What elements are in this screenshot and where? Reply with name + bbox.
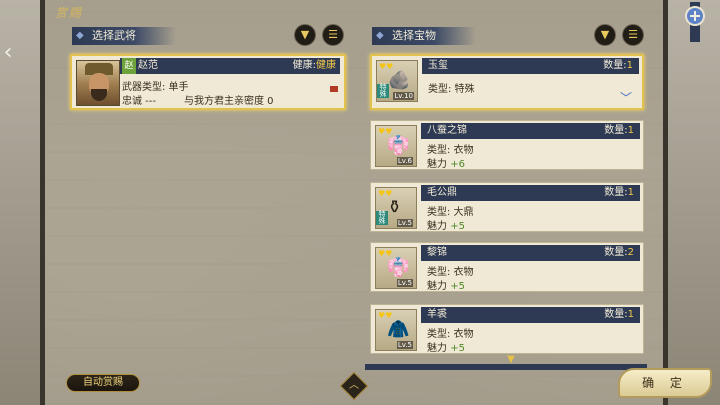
treasure-icon: ♥♥ 🪨 特殊 Lv.10	[376, 60, 418, 102]
treasure-icon: ♥♥ 👘 Lv.5	[375, 247, 417, 289]
select-general-header: 选择武将	[72, 26, 176, 46]
treasure-qty: 数量:1	[604, 309, 634, 320]
auto-reward-button[interactable]: 自动赏赐	[66, 374, 140, 392]
treasure-qty: 数量:2	[604, 247, 634, 258]
treasure-type: 类型: 大鼎	[427, 207, 474, 218]
treasure-name: 毛公鼎	[427, 187, 457, 198]
general-card[interactable]: 赵范 健康:健康 赵 武器类型: 单手 忠诚 --- 与我方君主亲密度 0	[70, 54, 346, 110]
item-level: Lv.5	[396, 219, 413, 227]
select-treasure-title: 选择宝物	[372, 27, 476, 45]
confirm-button[interactable]: 确 定	[618, 368, 712, 398]
treasure-namebar: 羊裘 数量:1	[421, 307, 640, 323]
next-item-peek	[365, 364, 647, 370]
treasure-charm: 魅力 +6	[427, 159, 465, 170]
treasure-namebar: 玉玺 数量:1	[422, 58, 639, 74]
treasure-card[interactable]: ♥♥ 👘 Lv.5 黎锦 数量:2 类型: 衣物 魅力 +5	[370, 242, 644, 292]
loyalty: 忠诚 ---	[122, 96, 157, 107]
treasure-type: 类型: 衣物	[427, 329, 474, 340]
treasure-charm: 魅力 +5	[427, 221, 465, 232]
weapon-type: 武器类型: 单手	[122, 82, 189, 93]
general-name: 赵范	[138, 60, 158, 71]
treasure-charm: 魅力 +5	[427, 343, 465, 354]
general-filter-button[interactable]: ▼	[294, 24, 316, 46]
treasure-type: 类型: 衣物	[427, 145, 474, 156]
treasure-charm: 魅力 +5	[427, 281, 465, 292]
right-background-strip	[664, 0, 720, 405]
clan-badge-icon	[685, 2, 705, 42]
intimacy: 与我方君主亲密度 0	[184, 96, 274, 107]
special-badge: 特殊	[377, 84, 389, 98]
list-menu-icon: ☰	[628, 28, 638, 41]
filter-funnel-icon: ▼	[300, 28, 310, 41]
panel-title: 赏赐	[55, 6, 84, 20]
list-menu-icon: ☰	[328, 28, 338, 41]
treasure-icon: ♥♥ 👘 Lv.6	[375, 125, 417, 167]
treasure-type: 类型: 衣物	[427, 267, 474, 278]
general-namebar: 赵范 健康:健康	[120, 58, 340, 74]
item-level: Lv.6	[396, 157, 413, 165]
treasure-namebar: 毛公鼎 数量:1	[421, 185, 640, 201]
treasure-card[interactable]: ♥♥ 🧥 Lv.5 羊裘 数量:1 类型: 衣物 魅力 +5	[370, 304, 644, 354]
faction-tag: 赵	[122, 58, 136, 74]
treasure-filter-button[interactable]: ▼	[594, 24, 616, 46]
general-list-button[interactable]: ☰	[322, 24, 344, 46]
item-level: Lv.5	[396, 341, 413, 349]
scroll-down-icon[interactable]: ▼	[500, 354, 522, 365]
treasure-name: 黎锦	[427, 247, 447, 258]
treasure-list-button[interactable]: ☰	[622, 24, 644, 46]
treasure-card[interactable]: ♥♥ 🪨 特殊 Lv.10 玉玺 数量:1 类型: 特殊 ﹀	[370, 54, 644, 110]
general-health: 健康:健康	[292, 60, 336, 71]
flag-icon	[330, 86, 338, 92]
chevron-down-icon[interactable]: ﹀	[620, 89, 632, 106]
special-badge: 特殊	[376, 211, 388, 225]
general-portrait	[76, 60, 120, 106]
treasure-name: 八蚕之锦	[427, 125, 467, 136]
chevron-up-icon: ︿	[349, 380, 359, 391]
item-level: Lv.5	[396, 279, 413, 287]
treasure-icon: ♥♥ ⚱ 特殊 Lv.5	[375, 187, 417, 229]
treasure-card[interactable]: ♥♥ 👘 Lv.6 八蚕之锦 数量:1 类型: 衣物 魅力 +6	[370, 120, 644, 170]
treasure-qty: 数量:1	[604, 187, 634, 198]
treasure-qty: 数量:1	[603, 60, 633, 71]
treasure-card[interactable]: ♥♥ ⚱ 特殊 Lv.5 毛公鼎 数量:1 类型: 大鼎 魅力 +5	[370, 182, 644, 232]
back-arrow-icon[interactable]: ‹	[0, 40, 16, 66]
left-background-strip: ‹	[0, 0, 40, 405]
select-treasure-header: 选择宝物	[372, 26, 476, 46]
item-level: Lv.10	[393, 92, 414, 100]
treasure-icon: ♥♥ 🧥 Lv.5	[375, 309, 417, 351]
treasure-name: 羊裘	[427, 309, 447, 320]
treasure-namebar: 八蚕之锦 数量:1	[421, 123, 640, 139]
treasure-name: 玉玺	[428, 60, 448, 71]
filter-funnel-icon: ▼	[600, 28, 610, 41]
treasure-namebar: 黎锦 数量:2	[421, 245, 640, 261]
treasure-type: 类型: 特殊	[428, 84, 475, 95]
treasure-qty: 数量:1	[604, 125, 634, 136]
select-general-title: 选择武将	[72, 27, 176, 45]
